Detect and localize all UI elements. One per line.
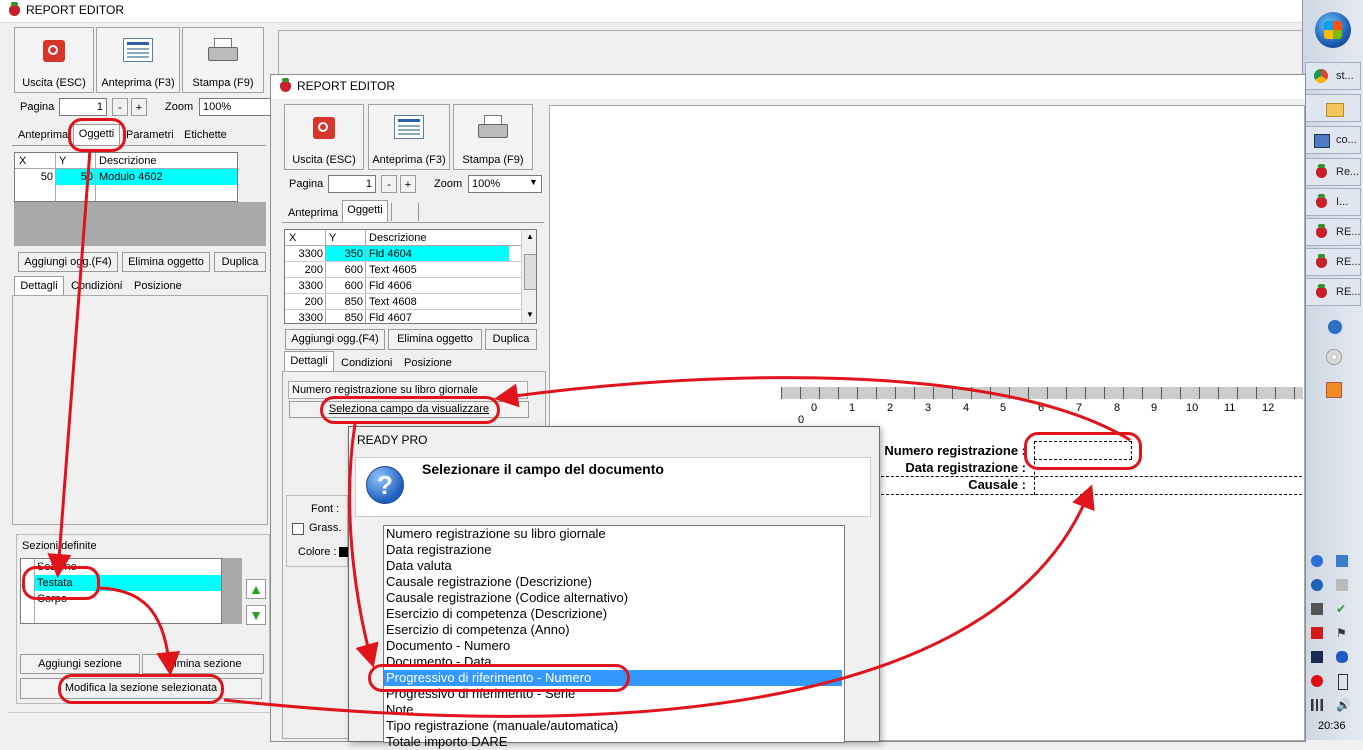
network-icon[interactable] [1311, 651, 1323, 663]
disc-icon[interactable] [1326, 349, 1342, 365]
strawberry-icon [1316, 254, 1327, 268]
start-button[interactable] [1315, 12, 1351, 48]
arrow-testata-to-modify [99, 586, 181, 676]
chrome-icon [1314, 69, 1328, 83]
control-panel-icon [1314, 134, 1330, 148]
battery-icon[interactable] [1338, 674, 1348, 690]
bluetooth-icon[interactable] [1336, 651, 1348, 663]
taskbar-chrome-button[interactable]: st... [1305, 62, 1361, 90]
beats-icon[interactable] [1311, 675, 1323, 687]
taskbar-report-button-3[interactable]: RE... [1305, 218, 1361, 246]
clock-time[interactable]: 20:36 [1318, 720, 1346, 732]
arrow-field-to-select-button [494, 376, 1131, 442]
annotation-arrows [47, 149, 1131, 718]
strawberry-icon [1316, 224, 1327, 238]
windows-logo-icon [1324, 21, 1342, 39]
taskbar-report-button-2[interactable]: I... [1305, 188, 1361, 216]
taskbar-report-button-5[interactable]: RE... [1305, 278, 1361, 306]
itunes-icon[interactable] [1326, 318, 1344, 336]
flag-icon[interactable]: ⚑ [1336, 627, 1348, 639]
antivirus-icon[interactable] [1311, 627, 1323, 639]
tray-icon-4[interactable] [1336, 579, 1348, 591]
arrow-modify-to-field [223, 484, 1095, 718]
volume-icon[interactable]: 🔊 [1336, 699, 1351, 711]
tray-icon-3[interactable] [1311, 579, 1323, 591]
strawberry-icon [1316, 284, 1327, 298]
signal-icon[interactable] [1311, 699, 1323, 711]
taskbar-report-button-1[interactable]: Re... [1305, 158, 1361, 186]
taskbar-control-button[interactable]: co... [1305, 126, 1361, 154]
strawberry-icon [1316, 194, 1327, 208]
taskbar-report-button-4[interactable]: RE... [1305, 248, 1361, 276]
taskbar-explorer-button[interactable] [1305, 94, 1361, 122]
strawberry-icon [1316, 164, 1327, 178]
tray-icon-5[interactable] [1311, 603, 1323, 615]
media-icon[interactable] [1326, 382, 1342, 398]
tray-icon-1[interactable] [1311, 555, 1323, 567]
arrow-select-to-list [348, 423, 379, 668]
folder-icon [1326, 103, 1344, 117]
tray-icon-6[interactable]: ✔ [1336, 603, 1348, 615]
tray-icon-2[interactable] [1336, 555, 1348, 567]
arrow-oggetti-to-sections [47, 149, 92, 578]
